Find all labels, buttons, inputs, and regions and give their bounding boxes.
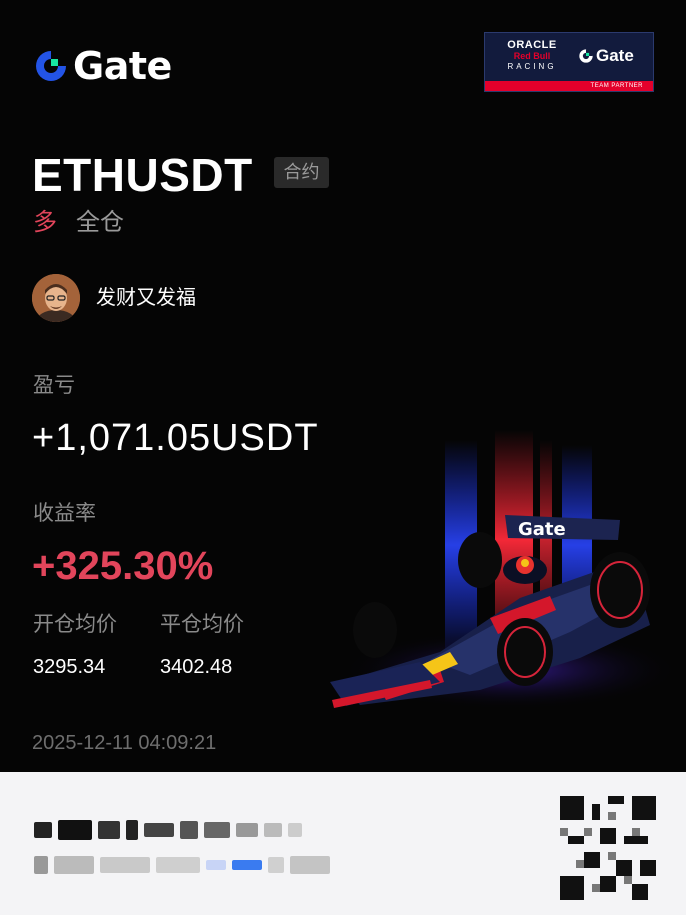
gate-logo-icon (36, 51, 66, 81)
roi-label: 收益率 (33, 502, 96, 525)
gate-logo: Gate (33, 44, 172, 88)
pnl-label: 盈亏 (33, 374, 75, 397)
avatar (32, 274, 80, 322)
open-price-label: 开仓均价 (33, 613, 117, 636)
avatar-image (32, 274, 80, 322)
partner-redbull-text: Red Bull (513, 51, 551, 61)
f1-car-illustration: Gate (330, 430, 680, 710)
blurred-text-line-2 (34, 856, 336, 874)
gate-mini-icon (579, 49, 593, 63)
partner-gate-logo: Gate (578, 46, 634, 66)
share-card: Gate ORACLE Red Bull RACING Gate TEAM PA… (0, 0, 686, 772)
qr-code (560, 796, 656, 900)
close-price-label: 平仓均价 (160, 613, 244, 636)
symbol-title: ETHUSDT (32, 149, 253, 201)
redbull-racing-logo: ORACLE Red Bull RACING (493, 39, 571, 72)
partner-oracle-text: ORACLE (507, 39, 557, 51)
team-partner-label: TEAM PARTNER (485, 81, 653, 91)
footer-share-area (0, 772, 686, 915)
team-partner-badge: ORACLE Red Bull RACING Gate TEAM PARTNER (484, 32, 654, 92)
roi-value: +325.30% (32, 544, 214, 588)
contract-tag: 合约 (274, 157, 329, 188)
gate-logo-text: Gate (73, 44, 172, 88)
open-price-value: 3295.34 (33, 656, 106, 678)
margin-mode: 全仓 (76, 209, 124, 236)
car-livery-text: Gate (518, 519, 566, 540)
timestamp: 2025-12-11 04:09:21 (32, 732, 217, 754)
close-price-value: 3402.48 (160, 656, 233, 678)
partner-racing-text: RACING (507, 62, 557, 71)
pnl-value: +1,071.05USDT (32, 417, 319, 459)
partner-gate-text: Gate (596, 46, 634, 65)
position-side: 多 (33, 209, 57, 236)
blurred-text-line-1 (34, 820, 308, 840)
username: 发财又发福 (96, 287, 196, 309)
